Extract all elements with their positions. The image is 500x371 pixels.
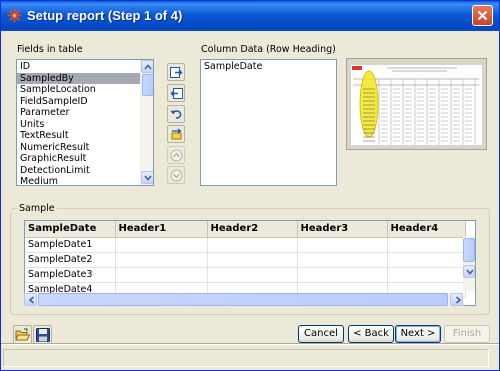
table-row[interactable]: SampleDate2	[25, 252, 466, 268]
list-item[interactable]: ID	[17, 61, 140, 73]
scroll-right-button[interactable]	[450, 293, 463, 306]
table-row[interactable]: SampleDate1	[25, 237, 466, 253]
title-bar[interactable]: Setup report (Step 1 of 4)	[1, 1, 499, 31]
column-data-label: Column Data (Row Heading)	[201, 44, 336, 55]
list-item[interactable]: Units	[17, 119, 140, 131]
window-title: Setup report (Step 1 of 4)	[27, 8, 183, 23]
move-left-icon	[170, 88, 183, 99]
status-segment	[3, 349, 489, 367]
move-up-button[interactable]	[167, 146, 185, 164]
back-button[interactable]: < Back	[348, 325, 394, 343]
table-cell[interactable]	[207, 252, 298, 268]
cancel-button[interactable]: Cancel	[298, 325, 344, 343]
list-item[interactable]: FieldSampleID	[17, 96, 140, 108]
column-header[interactable]: Header4	[387, 221, 466, 238]
move-right-icon	[170, 67, 183, 78]
fields-scrollbar[interactable]	[140, 60, 153, 185]
list-item[interactable]: GraphicResult	[17, 153, 140, 165]
list-item[interactable]: SampledBy	[17, 72, 140, 84]
table-row[interactable]: SampleDate3	[25, 267, 466, 283]
list-item[interactable]: DetectionLimit	[17, 165, 140, 177]
table-cell[interactable]	[115, 267, 208, 283]
chevron-down-icon	[144, 175, 152, 181]
undo-icon	[170, 110, 182, 119]
scroll-down-button[interactable]	[141, 171, 153, 184]
list-item[interactable]: SampleDate	[201, 61, 336, 73]
chevron-right-icon	[455, 296, 462, 304]
grid-hscroll-thumb[interactable]	[38, 293, 448, 306]
save-button[interactable]	[33, 325, 52, 344]
table-cell[interactable]	[297, 252, 388, 268]
table-cell[interactable]	[387, 252, 466, 268]
table-cell[interactable]	[207, 267, 298, 283]
list-item[interactable]: Parameter	[17, 107, 140, 119]
report-preview	[346, 58, 487, 150]
table-cell[interactable]: SampleDate2	[25, 252, 116, 268]
move-down-icon	[170, 169, 183, 182]
move-down-button[interactable]	[167, 166, 185, 184]
swap-icon	[171, 128, 182, 140]
grid-vscroll-thumb[interactable]	[463, 238, 475, 262]
undo-button[interactable]	[167, 105, 185, 123]
list-item[interactable]: Medium	[17, 176, 140, 185]
next-button[interactable]: Next >	[395, 325, 441, 343]
list-item[interactable]: TextResult	[17, 130, 140, 142]
table-cell[interactable]	[297, 237, 388, 253]
table-cell[interactable]	[387, 267, 466, 283]
close-button[interactable]	[472, 5, 493, 26]
move-up-icon	[170, 149, 183, 162]
table-cell[interactable]: SampleDate1	[25, 237, 116, 253]
status-bar	[1, 345, 499, 370]
table-cell[interactable]	[387, 237, 466, 253]
table-cell[interactable]	[115, 252, 208, 268]
grid-scroll-down-button[interactable]	[463, 265, 475, 278]
swap-button[interactable]	[167, 125, 185, 143]
grid-horizontal-scrollbar[interactable]	[24, 293, 463, 306]
grid-vertical-scrollbar[interactable]	[463, 237, 475, 291]
column-header[interactable]: Header3	[297, 221, 388, 238]
chevron-up-icon	[144, 64, 152, 70]
scroll-up-button[interactable]	[141, 60, 153, 73]
move-left-button[interactable]	[167, 84, 185, 102]
open-folder-icon	[15, 328, 30, 341]
fields-listbox[interactable]: ID SampledBy SampleLocation FieldSampleID Pa…	[16, 59, 154, 186]
scroll-left-button[interactable]	[24, 293, 37, 306]
chevron-left-icon	[28, 296, 35, 304]
setup-report-window: Setup report (Step 1 of 4) Fields in tab…	[0, 0, 500, 371]
report-preview-image	[351, 65, 482, 145]
column-header[interactable]: Header1	[115, 221, 208, 238]
move-right-button[interactable]	[167, 63, 185, 81]
finish-button: Finish	[444, 325, 490, 343]
column-header[interactable]: Header2	[207, 221, 298, 238]
save-disk-icon	[36, 328, 50, 342]
table-cell[interactable]	[297, 267, 388, 283]
app-icon	[7, 8, 22, 23]
table-cell[interactable]: SampleDate3	[25, 267, 116, 283]
scroll-thumb[interactable]	[142, 74, 153, 96]
close-icon	[477, 10, 488, 21]
column-data-listbox[interactable]: SampleDate	[200, 59, 337, 186]
table-cell[interactable]	[207, 237, 298, 253]
list-item[interactable]: NumericResult	[17, 142, 140, 154]
list-item[interactable]: SampleLocation	[17, 84, 140, 96]
fields-label: Fields in table	[17, 44, 83, 55]
column-header[interactable]: SampleDate	[25, 221, 116, 238]
sample-label: Sample	[17, 203, 57, 214]
table-cell[interactable]	[115, 237, 208, 253]
chevron-down-icon	[466, 269, 474, 275]
open-button[interactable]	[13, 325, 32, 344]
